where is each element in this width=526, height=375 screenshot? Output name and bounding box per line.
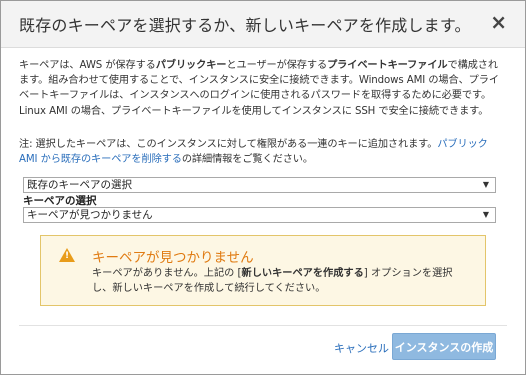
- dropdown-arrow-icon: ▼: [482, 180, 489, 189]
- launch-instance-button[interactable]: インスタンスの作成: [392, 333, 496, 360]
- dialog-title: 既存のキーペアを選択するか、新しいキーペアを作成します。: [19, 16, 471, 35]
- keypair-mode-value: 既存のキーペアの選択: [27, 179, 132, 191]
- keypair-select-label: キーペアの選択: [23, 195, 97, 207]
- keypair-select-value: キーペアが見つかりません: [27, 209, 153, 221]
- description-text: キーペアは、AWS が保存するパブリックキーとユーザーが保存するプライベートキー…: [19, 58, 507, 119]
- description-part: キーペアは、AWS が保存する: [19, 60, 156, 71]
- cancel-button[interactable]: キャンセル: [334, 340, 389, 356]
- warning-text-part: キーペアがありません。上記の [: [92, 268, 242, 279]
- warning-box: ! キーペアが見つかりません キーペアがありません。上記の [新しいキーペアを作…: [40, 235, 486, 306]
- warning-icon: !: [59, 248, 75, 262]
- keypair-mode-select[interactable]: 既存のキーペアの選択 ▼: [23, 177, 496, 193]
- keypair-select[interactable]: キーペアが見つかりません ▼: [23, 207, 496, 223]
- footer-divider: [19, 325, 507, 326]
- warning-text: キーペアがありません。上記の [新しいキーペアを作成する] オプションを選択し、…: [92, 266, 472, 296]
- description-rest: 組み合わせて使用することで、インスタンスに安全に接続できます。Windows A…: [19, 75, 499, 117]
- keypair-dialog: 既存のキーペアを選択するか、新しいキーペアを作成します。 × キーペアは、AWS…: [0, 0, 526, 375]
- close-icon[interactable]: ×: [490, 11, 507, 33]
- note-suffix: の詳細情報をご覧ください。: [181, 154, 313, 166]
- description-part: とユーザーが保存する: [226, 60, 328, 71]
- dialog-header: 既存のキーペアを選択するか、新しいキーペアを作成します。 ×: [1, 1, 525, 48]
- create-new-keypair-term: 新しいキーペアを作成する: [241, 268, 364, 279]
- dropdown-arrow-icon: ▼: [482, 210, 489, 219]
- warning-title: キーペアが見つかりません: [92, 250, 254, 266]
- note-text: 注: 選択したキーペアは、このインスタンスに対して権限がある一連のキーに追加され…: [19, 137, 507, 167]
- private-key-file-term: プライベートキーファイル: [327, 60, 448, 71]
- dialog-body: キーペアは、AWS が保存するパブリックキーとユーザーが保存するプライベートキー…: [19, 58, 507, 167]
- public-key-term: パブリックキー: [155, 60, 227, 71]
- note-prefix: 注: 選択したキーペアは、このインスタンスに対して権限がある一連のキーに追加され…: [19, 138, 438, 150]
